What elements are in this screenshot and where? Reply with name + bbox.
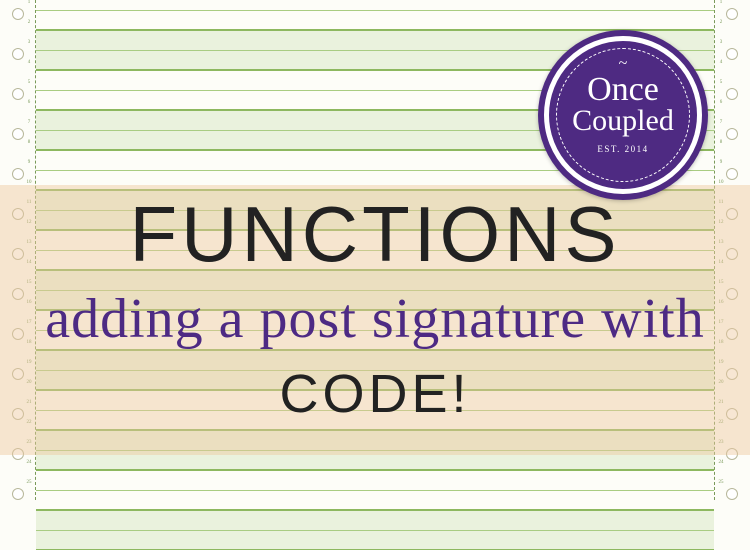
sprocket-hole-icon: [726, 128, 738, 140]
title-block: FUNCTIONS adding a post signature with C…: [0, 195, 750, 421]
sprocket-hole-icon: [726, 488, 738, 500]
row-number: 7: [716, 120, 726, 125]
title-line-1: FUNCTIONS: [0, 195, 750, 273]
row-number: 6: [716, 100, 726, 105]
sprocket-hole-icon: [12, 48, 24, 60]
badge-brand-line1: Once: [587, 76, 659, 105]
sprocket-hole-icon: [12, 8, 24, 20]
title-line-3: CODE!: [0, 367, 750, 421]
paper-rule: [36, 530, 714, 531]
sprocket-hole-icon: [726, 88, 738, 100]
sprocket-hole-icon: [12, 128, 24, 140]
row-number: 8: [716, 140, 726, 145]
sprocket-hole-icon: [12, 488, 24, 500]
row-number: 7: [24, 120, 34, 125]
row-number: 1: [716, 0, 726, 5]
row-number: 24: [24, 460, 34, 465]
row-number: 25: [716, 480, 726, 485]
row-number: 1: [24, 0, 34, 5]
sprocket-hole-icon: [12, 88, 24, 100]
row-number: 5: [24, 80, 34, 85]
row-number: 5: [716, 80, 726, 85]
paper-band: [36, 0, 714, 30]
row-number: 2: [716, 20, 726, 25]
sprocket-hole-icon: [726, 48, 738, 60]
brand-badge: ~ Once Coupled EST. 2014: [538, 30, 708, 200]
row-number: 24: [716, 460, 726, 465]
row-number: 4: [716, 60, 726, 65]
sprocket-hole-icon: [726, 8, 738, 20]
row-number: 8: [24, 140, 34, 145]
row-number: 25: [24, 480, 34, 485]
row-number: 9: [24, 160, 34, 165]
row-number: 3: [24, 40, 34, 45]
row-number: 3: [716, 40, 726, 45]
sprocket-hole-icon: [726, 168, 738, 180]
flourish-icon: ~: [619, 55, 628, 73]
paper-rule: [36, 10, 714, 11]
paper-band: [36, 470, 714, 510]
paper-band: [36, 510, 714, 550]
paper-rule: [36, 490, 714, 491]
badge-brand-line2: Coupled: [572, 107, 674, 134]
title-line-2: adding a post signature with: [0, 291, 750, 347]
badge-established: EST. 2014: [597, 144, 648, 154]
badge-content: ~ Once Coupled EST. 2014: [556, 48, 690, 182]
sprocket-hole-icon: [12, 168, 24, 180]
row-number: 2: [24, 20, 34, 25]
row-number: 4: [24, 60, 34, 65]
row-number: 6: [24, 100, 34, 105]
row-number: 9: [716, 160, 726, 165]
